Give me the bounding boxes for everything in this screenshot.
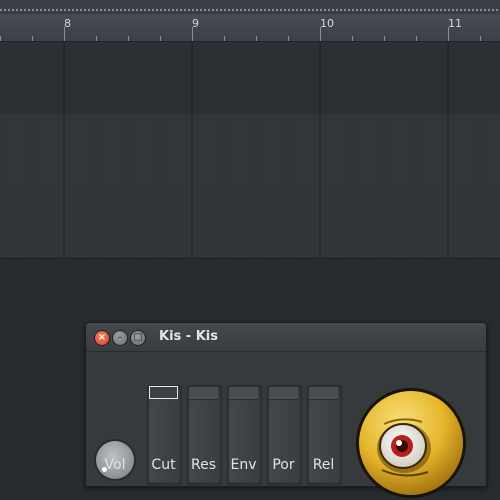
slider-handle[interactable] (149, 386, 178, 399)
ruler-tick (256, 36, 257, 41)
track-row[interactable] (0, 114, 500, 187)
mascot-eyeball-logo (356, 388, 466, 498)
instrument-plugin-window[interactable]: × – □ Kis - Kis Vol Cut Res Env Por Rel (85, 322, 487, 498)
ruler-tick (320, 27, 321, 41)
bar-number-8: 8 (64, 17, 71, 30)
dotted-indicator (0, 9, 500, 11)
track-row[interactable] (0, 42, 500, 115)
track-grid (0, 114, 481, 186)
ruler-tick (480, 36, 481, 41)
ruler-tick (352, 36, 353, 41)
timeline-ruler[interactable]: 8 9 10 11 (0, 14, 500, 42)
track-row[interactable] (0, 186, 500, 259)
slider-handle[interactable] (309, 387, 338, 400)
ruler-tick (96, 36, 97, 41)
close-icon[interactable]: × (94, 330, 110, 346)
bar-number-9: 9 (192, 17, 199, 30)
ruler-tick (416, 36, 417, 41)
ruler-tick (160, 36, 161, 41)
volume-label: Vol (104, 457, 126, 473)
track-grid (0, 42, 481, 114)
portamento-label: Por (272, 457, 295, 473)
resonance-label: Res (190, 457, 216, 473)
track-grid (0, 186, 481, 258)
ruler-tick (448, 27, 449, 41)
top-scroll-strip[interactable] (0, 0, 500, 15)
ruler-tick (32, 36, 33, 41)
slider-handle[interactable] (189, 387, 218, 400)
plugin-titlebar[interactable]: × – □ Kis - Kis (86, 323, 486, 352)
slider-handle[interactable] (269, 387, 298, 400)
ruler-tick (288, 36, 289, 41)
ruler-tick (192, 27, 193, 41)
daw-screen: 8 9 10 11 × – □ Kis - Kis Vol Cut Res En… (0, 0, 500, 500)
plugin-title: Kis - Kis (159, 329, 218, 344)
ruler-tick (224, 36, 225, 41)
ruler-tick (64, 27, 65, 41)
minimize-icon[interactable]: – (112, 330, 128, 346)
ruler-tick (128, 36, 129, 41)
envelope-label: Env (230, 457, 257, 473)
slider-handle[interactable] (229, 387, 258, 400)
cutoff-label: Cut (151, 457, 176, 473)
ruler-tick (0, 36, 1, 41)
bar-number-11: 11 (448, 17, 462, 30)
ruler-tick (384, 36, 385, 41)
bar-number-10: 10 (320, 17, 334, 30)
release-label: Rel (312, 457, 335, 473)
maximize-icon[interactable]: □ (130, 330, 146, 346)
plugin-body: Vol Cut Res Env Por Rel (86, 352, 486, 498)
